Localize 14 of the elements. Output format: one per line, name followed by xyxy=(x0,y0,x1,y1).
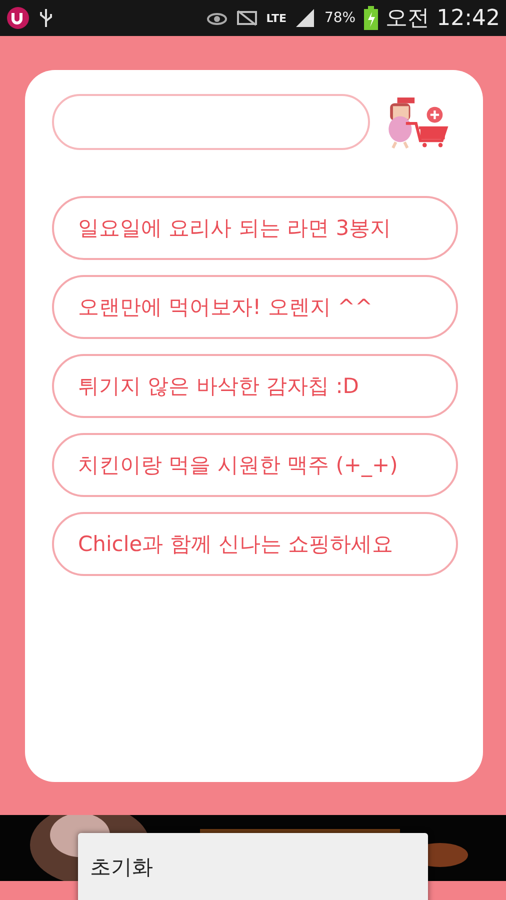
battery-icon xyxy=(364,6,378,30)
shopping-item[interactable]: Chicle과 함께 신나는 쇼핑하세요 xyxy=(52,512,458,576)
menu-item[interactable]: 초기화 xyxy=(90,853,153,881)
usb-icon xyxy=(38,7,54,29)
clock: 오전 12:42 xyxy=(386,5,500,33)
shopping-item[interactable]: 튀기지 않은 바삭한 감자칩 :D xyxy=(52,354,458,418)
battery-percent: 78% xyxy=(324,10,356,26)
signal-icon xyxy=(294,8,316,28)
network-type: LTE xyxy=(266,12,286,24)
eye-icon xyxy=(206,10,228,26)
shopping-item[interactable]: 오랜만에 먹어보자! 오렌지 ^^ xyxy=(52,275,458,339)
app-icon xyxy=(6,6,30,30)
shopping-item[interactable]: 치킨이랑 먹을 시원한 맥주 (+_+) xyxy=(52,433,458,497)
shopping-item[interactable]: 일요일에 요리사 되는 라면 3봉지 xyxy=(52,196,458,260)
